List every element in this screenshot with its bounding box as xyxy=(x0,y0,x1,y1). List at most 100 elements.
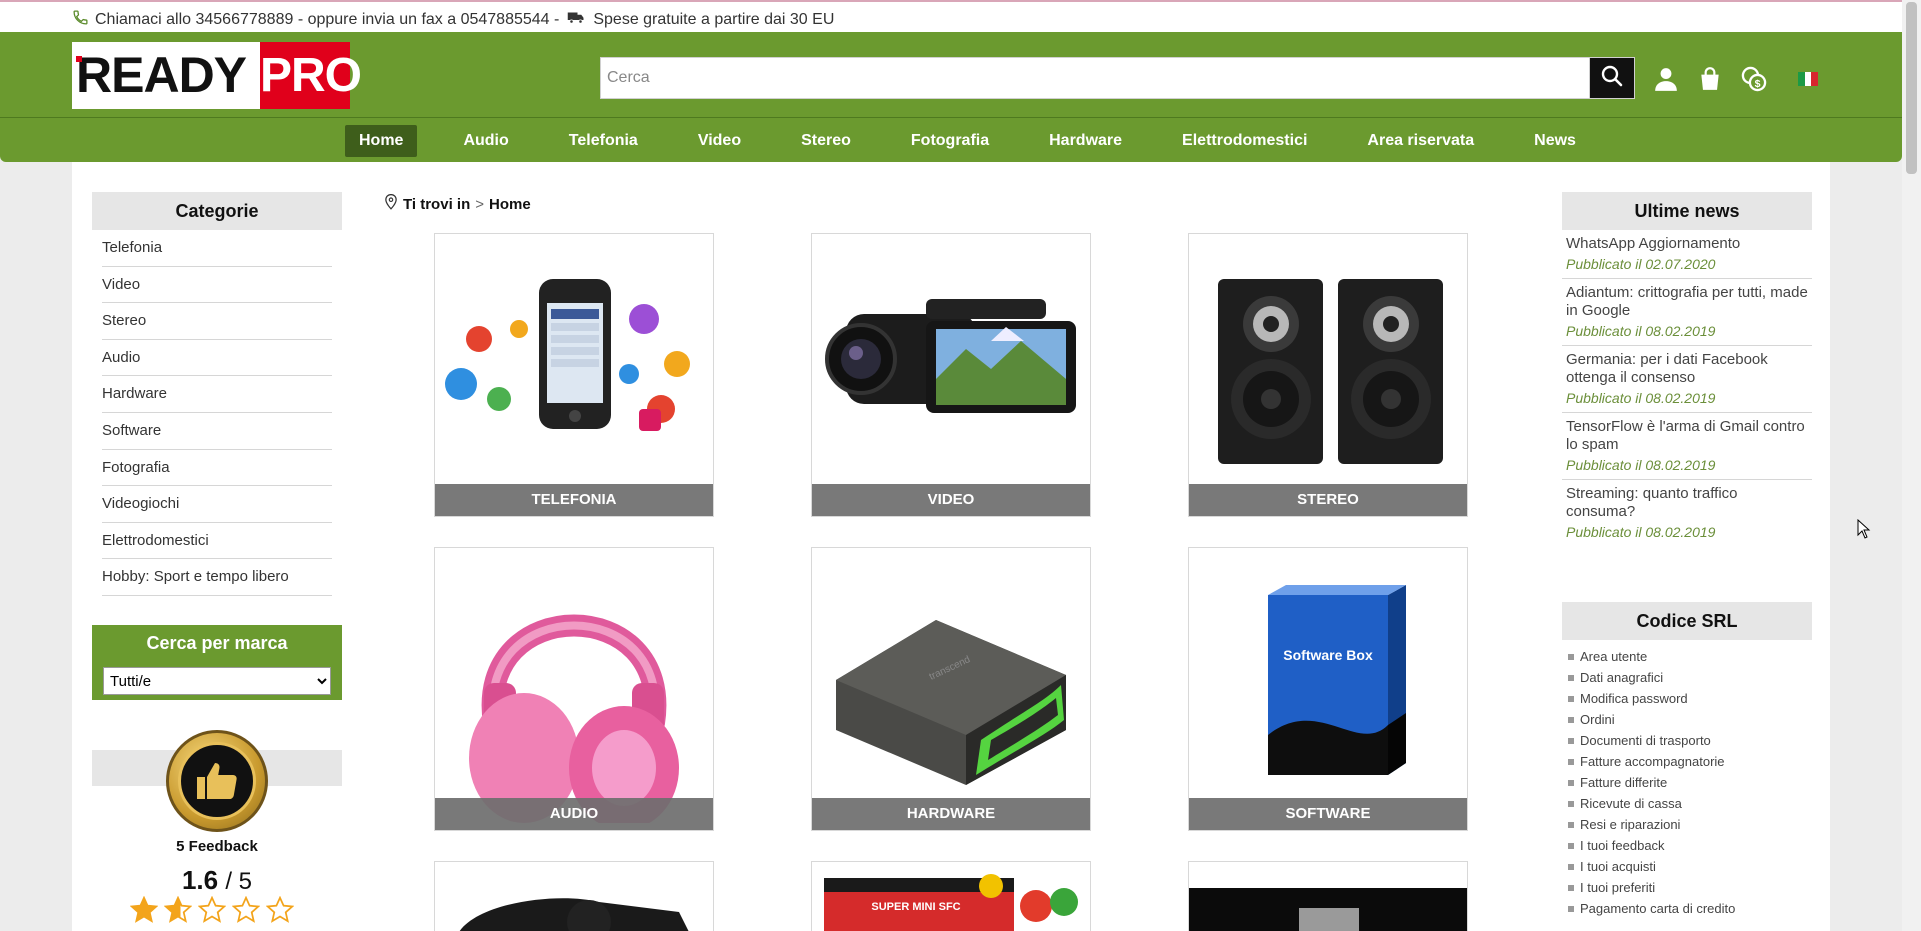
account-link[interactable]: Dati anagrafici xyxy=(1568,667,1812,688)
cart-icon[interactable] xyxy=(1696,65,1724,93)
category-item[interactable]: Elettrodomestici xyxy=(102,523,332,560)
currency-icon[interactable]: $ xyxy=(1740,65,1768,93)
page-scrollbar[interactable] xyxy=(1902,0,1921,931)
news-item-title[interactable]: Streaming: quanto traffico consuma? xyxy=(1566,485,1808,521)
category-card-videogiochi[interactable]: SUPER MINI SFC xyxy=(811,861,1091,931)
account-link[interactable]: Fatture accompagnatorie xyxy=(1568,751,1812,772)
news-item-title[interactable]: TensorFlow è l'arma di Gmail contro lo s… xyxy=(1566,418,1808,454)
news-item[interactable]: WhatsApp Aggiornamento Pubblicato il 02.… xyxy=(1562,230,1812,279)
category-card-hardware[interactable]: transcend HARDWARE xyxy=(811,547,1091,831)
brand-search-title: Cerca per marca xyxy=(146,633,288,653)
news-item[interactable]: Adiantum: crittografia per tutti, made i… xyxy=(1562,279,1812,346)
software-box-text: Software Box xyxy=(1283,647,1373,663)
account-link[interactable]: I tuoi feedback xyxy=(1568,835,1812,856)
feedback-count[interactable]: 5 Feedback xyxy=(92,838,342,855)
stereo-image xyxy=(1189,234,1467,484)
account-link[interactable]: Pagamento carta di credito xyxy=(1568,898,1812,919)
category-card-stereo[interactable]: STEREO xyxy=(1188,233,1468,517)
nav-elettrodomestici[interactable]: Elettrodomestici xyxy=(1168,125,1321,157)
feedback-rating: 1.6 / 5 xyxy=(92,865,342,896)
news-box: Ultime news WhatsApp Aggiornamento Pubbl… xyxy=(1562,192,1812,546)
telefonia-image xyxy=(435,234,713,484)
category-item[interactable]: Telefonia xyxy=(102,230,332,267)
account-link[interactable]: Ordini xyxy=(1568,709,1812,730)
account-link[interactable]: Modifica password xyxy=(1568,688,1812,709)
breadcrumb-current[interactable]: Home xyxy=(489,196,531,213)
news-item[interactable]: Germania: per i dati Facebook ottenga il… xyxy=(1562,346,1812,413)
news-item-title[interactable]: Adiantum: crittografia per tutti, made i… xyxy=(1566,284,1808,320)
category-item[interactable]: Software xyxy=(102,413,332,450)
category-item[interactable]: Video xyxy=(102,267,332,304)
category-card-software[interactable]: Software Box SOFTWARE xyxy=(1188,547,1468,831)
hardware-image: transcend xyxy=(812,548,1090,830)
card-label: TELEFONIA xyxy=(435,484,713,516)
rating-score: 1.6 xyxy=(181,865,219,895)
news-item-date: Pubblicato il 08.02.2019 xyxy=(1566,524,1716,540)
news-item[interactable]: TensorFlow è l'arma di Gmail contro lo s… xyxy=(1562,413,1812,480)
category-card-telefonia[interactable]: TELEFONIA xyxy=(434,233,714,517)
card-label: AUDIO xyxy=(435,798,713,830)
news-item-date: Pubblicato il 02.07.2020 xyxy=(1566,256,1716,272)
category-item[interactable]: Fotografia xyxy=(102,450,332,487)
news-title: Ultime news xyxy=(1562,192,1812,230)
star-icon xyxy=(164,896,192,923)
category-item[interactable]: Hardware xyxy=(102,376,332,413)
nav-home[interactable]: Home xyxy=(345,125,418,157)
account-link[interactable]: Fatture differite xyxy=(1568,772,1812,793)
brand-select[interactable]: Tutti/e xyxy=(103,667,331,695)
nav-hardware[interactable]: Hardware xyxy=(1035,125,1136,157)
nav-news[interactable]: News xyxy=(1520,125,1590,157)
account-box-title: Codice SRL xyxy=(1562,602,1812,640)
card-label: HARDWARE xyxy=(812,798,1090,830)
mouse-cursor-icon xyxy=(1857,518,1871,544)
search-input[interactable] xyxy=(600,57,1589,99)
header-icons: $ xyxy=(1652,65,1819,93)
phone-icon xyxy=(72,9,89,31)
account-link[interactable]: I tuoi preferiti xyxy=(1568,877,1812,898)
star-icon xyxy=(266,896,294,923)
user-icon[interactable] xyxy=(1652,65,1680,93)
nav-video[interactable]: Video xyxy=(684,125,755,157)
category-item[interactable]: Videogiochi xyxy=(102,486,332,523)
account-link[interactable]: I tuoi acquisti xyxy=(1568,856,1812,877)
news-item-title[interactable]: WhatsApp Aggiornamento xyxy=(1566,235,1808,253)
category-card-fotografia[interactable] xyxy=(434,861,714,931)
account-link[interactable]: Ricevute di cassa xyxy=(1568,793,1812,814)
nav-area-riservata[interactable]: Area riservata xyxy=(1353,125,1488,157)
category-item[interactable]: Hobby: Sport e tempo libero xyxy=(102,559,332,596)
category-card-video[interactable]: VIDEO xyxy=(811,233,1091,517)
thumbs-up-medal-icon xyxy=(166,730,268,832)
breadcrumb-prefix: Ti trovi in xyxy=(403,195,471,213)
site-logo[interactable]: READY PRO xyxy=(72,42,362,109)
truck-icon xyxy=(565,8,587,31)
account-link[interactable]: Area utente xyxy=(1568,646,1812,667)
account-link[interactable]: Resi e riparazioni xyxy=(1568,814,1812,835)
top-info-bar: Chiamaci allo 34566778889 - oppure invia… xyxy=(0,0,1902,32)
search-button[interactable] xyxy=(1589,57,1635,99)
nav-audio[interactable]: Audio xyxy=(449,125,522,157)
news-item-date: Pubblicato il 08.02.2019 xyxy=(1566,390,1716,406)
scrollbar-thumb[interactable] xyxy=(1906,2,1917,174)
breadcrumb: Ti trovi in > Home xyxy=(384,193,531,214)
news-item-date: Pubblicato il 08.02.2019 xyxy=(1566,323,1716,339)
brand-search-box: Cerca per marca Tutti/e xyxy=(92,625,342,700)
star-icon xyxy=(198,896,226,923)
news-item-date: Pubblicato il 08.02.2019 xyxy=(1566,457,1716,473)
audio-image xyxy=(435,548,713,830)
category-card-elettrodomestici[interactable] xyxy=(1188,861,1468,931)
rating-max: / 5 xyxy=(225,868,253,895)
card-label: SOFTWARE xyxy=(1189,798,1467,830)
rating-stars xyxy=(130,896,294,924)
nav-fotografia[interactable]: Fotografia xyxy=(897,125,1003,157)
italy-flag-icon[interactable] xyxy=(1798,72,1819,86)
account-link[interactable]: Documenti di trasporto xyxy=(1568,730,1812,751)
category-card-audio[interactable]: AUDIO xyxy=(434,547,714,831)
fotografia-image xyxy=(435,862,713,931)
nav-telefonia[interactable]: Telefonia xyxy=(555,125,652,157)
category-item[interactable]: Audio xyxy=(102,340,332,377)
news-item[interactable]: Streaming: quanto traffico consuma? Pubb… xyxy=(1562,480,1812,546)
news-item-title[interactable]: Germania: per i dati Facebook ottenga il… xyxy=(1566,351,1808,387)
categories-list: Telefonia Video Stereo Audio Hardware So… xyxy=(92,230,342,596)
nav-stereo[interactable]: Stereo xyxy=(787,125,865,157)
category-item[interactable]: Stereo xyxy=(102,303,332,340)
